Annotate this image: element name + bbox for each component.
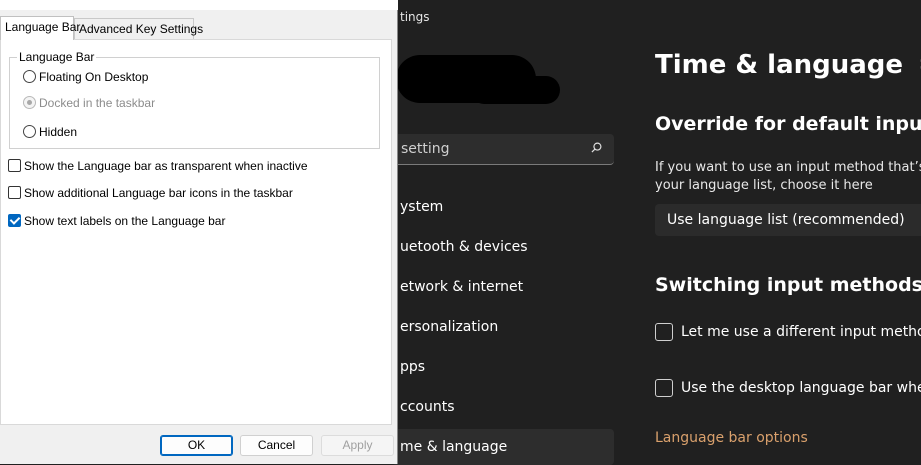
settings-search-input[interactable]: setting	[401, 141, 450, 157]
tab-language-bar[interactable]: Language Bar	[0, 16, 80, 40]
checkbox-label: Show additional Language bar icons in th…	[24, 186, 293, 200]
page-title: Time & language›T	[655, 50, 921, 80]
radio-floating-on-desktop[interactable]: Floating On Desktop	[23, 70, 148, 86]
nav-item-accounts[interactable]: ccounts	[392, 389, 614, 425]
checkbox-checked[interactable]	[8, 214, 21, 228]
radio-hidden[interactable]: Hidden	[23, 125, 77, 141]
checkbox[interactable]	[8, 186, 21, 200]
checkbox-transparent-when-inactive[interactable]: Show the Language bar as transparent whe…	[8, 159, 308, 175]
apply-button: Apply	[321, 435, 394, 456]
checkbox-label: Show the Language bar as transparent whe…	[24, 159, 308, 173]
switching-section-title: Switching input methods	[655, 274, 921, 296]
desktop-language-bar-checkbox[interactable]	[655, 379, 673, 397]
radio-label: Hidden	[39, 125, 78, 139]
different-input-method-checkbox-row[interactable]: Let me use a different input method fo	[655, 322, 921, 344]
checkbox[interactable]	[8, 159, 21, 173]
radio-label: Docked in the taskbar	[39, 96, 156, 110]
nav-item-personalization[interactable]: ersonalization	[392, 309, 614, 345]
language-bar-options-link[interactable]: Language bar options	[655, 430, 808, 446]
checkbox-additional-icons[interactable]: Show additional Language bar icons in th…	[8, 186, 293, 202]
tab-advanced-key-settings[interactable]: Advanced Key Settings	[74, 18, 203, 39]
desktop-language-bar-checkbox-row[interactable]: Use the desktop language bar when it’	[655, 378, 921, 400]
dialog-tabstrip: Language Bar Advanced Key Settings	[0, 16, 398, 40]
radio-label: Floating On Desktop	[39, 70, 149, 84]
nav-item-network-internet[interactable]: etwork & internet	[392, 269, 614, 305]
redacted-profile-area	[470, 76, 560, 104]
override-section-title: Override for default input me	[655, 113, 921, 135]
checkbox-label: Show text labels on the Language bar	[24, 214, 226, 228]
override-description-line: If you want to use an input method that’…	[655, 160, 921, 175]
settings-content-pane: Time & language›T Override for default i…	[625, 0, 921, 464]
radio-button[interactable]	[23, 125, 36, 139]
language-bar-group-label: Language Bar	[17, 50, 97, 64]
search-icon[interactable]	[591, 142, 602, 153]
radio-button	[23, 96, 36, 110]
override-description-line: your language list, choose it here	[655, 178, 873, 193]
different-input-method-checkbox[interactable]	[655, 323, 673, 341]
desktop-language-bar-label: Use the desktop language bar when it’	[681, 380, 921, 396]
ok-button[interactable]: OK	[160, 435, 233, 456]
input-method-dropdown[interactable]: Use language list (recommended)	[655, 204, 921, 236]
settings-title: tings	[400, 10, 430, 24]
radio-button[interactable]	[23, 70, 36, 84]
cancel-button[interactable]: Cancel	[240, 435, 313, 456]
settings-search-box[interactable]: setting	[392, 134, 614, 165]
override-description: If you want to use an input method that’…	[655, 159, 921, 195]
nav-item-bluetooth-devices[interactable]: uetooth & devices	[392, 229, 614, 265]
checkbox-text-labels[interactable]: Show text labels on the Language bar	[8, 214, 225, 230]
breadcrumb-parent[interactable]: Time & language	[655, 50, 903, 80]
nav-item-system[interactable]: ystem	[392, 189, 614, 225]
dialog-titlebar	[0, 0, 398, 10]
nav-item-apps[interactable]: pps	[392, 349, 614, 385]
text-services-dialog: Language Bar Advanced Key Settings Langu…	[0, 0, 398, 464]
radio-docked-in-taskbar: Docked in the taskbar	[23, 96, 155, 112]
different-input-method-label: Let me use a different input method fo	[681, 324, 921, 340]
nav-item-time-language[interactable]: me & language	[392, 429, 614, 465]
